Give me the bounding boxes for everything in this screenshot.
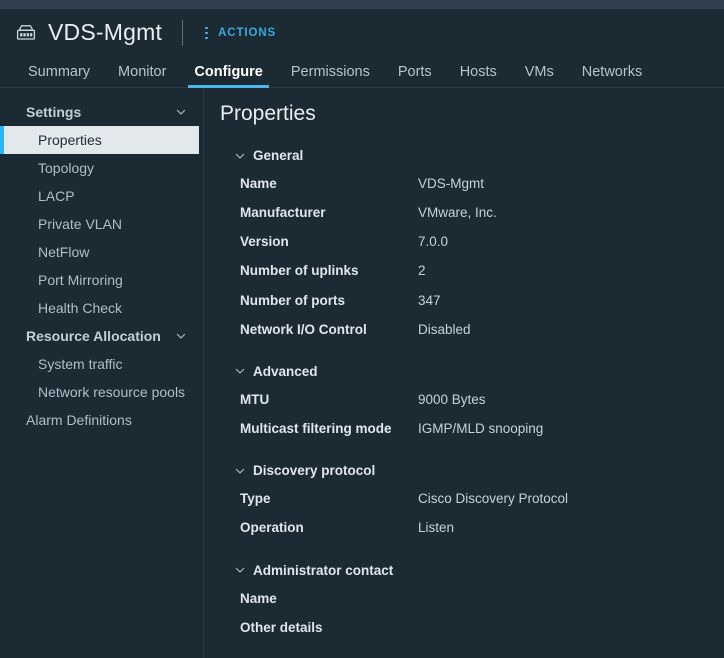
property-value: Disabled	[418, 321, 471, 337]
property-value: Listen	[418, 520, 455, 536]
property-rows: MTU 9000 Bytes Multicast filtering mode IGM…	[220, 385, 724, 443]
property-row: Name	[240, 584, 724, 613]
property-row: Other details	[240, 613, 724, 642]
property-rows: Name VDS-Mgmt Manufacturer VMware, Inc. Vers…	[220, 169, 724, 344]
actions-button[interactable]: ACTIONS	[201, 25, 276, 41]
properties-sections: General Name VDS-Mgmt Manufacturer VMware, I…	[220, 142, 724, 652]
sidebar-group-label: Settings	[26, 104, 82, 120]
property-label: MTU	[240, 391, 270, 407]
tab-configure[interactable]: Configure	[180, 64, 276, 88]
property-row: Multicast filtering mode IGMP/MLD snoopin…	[240, 414, 724, 443]
property-row: Operation Listen	[240, 513, 724, 542]
sidebar-item-topology[interactable]: Topology	[0, 154, 203, 182]
section-administrator-contact: Administrator contact Name Other details	[220, 557, 724, 652]
sidebar-group-settings[interactable]: Settings	[0, 98, 203, 126]
tab-vms[interactable]: VMs	[511, 64, 568, 87]
chevron-down-icon	[176, 333, 186, 339]
property-row: Network I/O Control Disabled	[240, 315, 724, 344]
section-discovery-protocol: Discovery protocol Type Cisco Discovery Pr…	[220, 457, 724, 552]
tab-hosts[interactable]: Hosts	[446, 64, 511, 87]
sidebar-item-properties[interactable]: Properties	[0, 126, 199, 154]
property-row: Number of ports 347	[240, 286, 724, 315]
section-title: Advanced	[253, 363, 318, 379]
property-value: 347	[418, 292, 441, 308]
tab-ports[interactable]: Ports	[384, 64, 446, 87]
property-label: Multicast filtering mode	[240, 421, 392, 437]
page-object-title: VDS-Mgmt	[48, 19, 163, 45]
property-value: 2	[418, 263, 426, 279]
properties-panel: Properties General Name VDS-Mgmt Manufactur…	[204, 88, 724, 658]
sidebar-item-network-resource-pools[interactable]: Network resource pools	[0, 378, 203, 406]
sidebar-item-port-mirroring[interactable]: Port Mirroring	[0, 266, 203, 294]
tab-summary[interactable]: Summary	[14, 64, 104, 87]
property-label: Version	[240, 234, 289, 250]
actions-button-label: ACTIONS	[218, 26, 277, 39]
page-title: Properties	[220, 102, 316, 125]
property-value: VMware, Inc.	[418, 205, 497, 221]
sidebar-item-alarm-definitions[interactable]: Alarm Definitions	[0, 406, 203, 434]
tab-permissions[interactable]: Permissions	[277, 64, 384, 87]
sidebar-item-system-traffic[interactable]: System traffic	[0, 350, 203, 378]
property-value: VDS-Mgmt	[418, 176, 485, 191]
sidebar-item-netflow[interactable]: NetFlow	[0, 238, 203, 266]
property-value: 7.0.0	[418, 234, 449, 250]
top-chrome-strip	[0, 0, 724, 9]
property-rows: Name Other details	[220, 584, 724, 642]
property-value: IGMP/MLD snooping	[418, 421, 544, 437]
property-row: Manufacturer VMware, Inc.	[240, 198, 724, 227]
property-label: Operation	[240, 520, 304, 536]
section-header-general[interactable]: General	[220, 142, 724, 169]
section-advanced: Advanced MTU 9000 Bytes Multicast filtering…	[220, 358, 724, 453]
property-row: Version 7.0.0	[240, 227, 724, 256]
section-title: Discovery protocol	[253, 463, 376, 479]
sidebar-item-lacp[interactable]: LACP	[0, 182, 203, 210]
property-row: Name VDS-Mgmt	[240, 169, 724, 198]
property-label: Name	[240, 176, 277, 191]
chevron-down-icon	[176, 109, 186, 115]
property-label: Manufacturer	[240, 205, 326, 221]
section-general: General Name VDS-Mgmt Manufacturer VMware, I…	[220, 142, 724, 354]
chevron-down-icon	[235, 567, 245, 573]
sidebar-item-health-check[interactable]: Health Check	[0, 294, 203, 322]
chevron-down-icon	[235, 153, 245, 159]
property-label: Other details	[240, 619, 323, 635]
chevron-down-icon	[235, 369, 245, 374]
section-header-advanced[interactable]: Advanced	[220, 358, 724, 385]
content-body: Settings Properties Topology LACP Private VL…	[0, 88, 724, 658]
chevron-down-icon	[235, 468, 245, 474]
distributed-switch-icon	[16, 24, 36, 40]
tab-monitor[interactable]: Monitor	[104, 64, 180, 87]
section-title: Administrator contact	[253, 562, 394, 578]
header-divider	[182, 19, 184, 46]
kebab-menu-icon	[201, 25, 213, 41]
property-label: Number of uplinks	[240, 263, 359, 279]
property-row: MTU 9000 Bytes	[240, 385, 724, 414]
property-value: Cisco Discovery Protocol	[418, 491, 569, 507]
property-row: Type Cisco Discovery Protocol	[240, 484, 724, 513]
vsphere-client-window: VDS-Mgmt ACTIONS Summary Monitor Configure…	[0, 0, 724, 658]
tab-networks[interactable]: Networks	[568, 64, 656, 87]
object-header: VDS-Mgmt ACTIONS	[0, 9, 724, 56]
property-row: Number of uplinks 2	[240, 256, 724, 285]
object-tab-bar: Summary Monitor Configure Permissions Ports H…	[0, 56, 724, 88]
property-label: Type	[240, 491, 271, 507]
property-rows: Type Cisco Discovery Protocol Operation Lis…	[220, 484, 724, 542]
property-value: 9000 Bytes	[418, 391, 486, 407]
sidebar-group-resource-allocation[interactable]: Resource Allocation	[0, 322, 203, 350]
configure-sidebar: Settings Properties Topology LACP Private VL…	[0, 88, 204, 658]
sidebar-group-label: Resource Allocation	[26, 328, 161, 344]
section-header-discovery-protocol[interactable]: Discovery protocol	[220, 457, 724, 484]
property-label: Network I/O Control	[240, 321, 367, 337]
property-label: Name	[240, 590, 277, 606]
sidebar-item-private-vlan[interactable]: Private VLAN	[0, 210, 203, 238]
section-title: General	[253, 148, 304, 163]
section-header-administrator-contact[interactable]: Administrator contact	[220, 557, 724, 584]
property-label: Number of ports	[240, 292, 346, 308]
